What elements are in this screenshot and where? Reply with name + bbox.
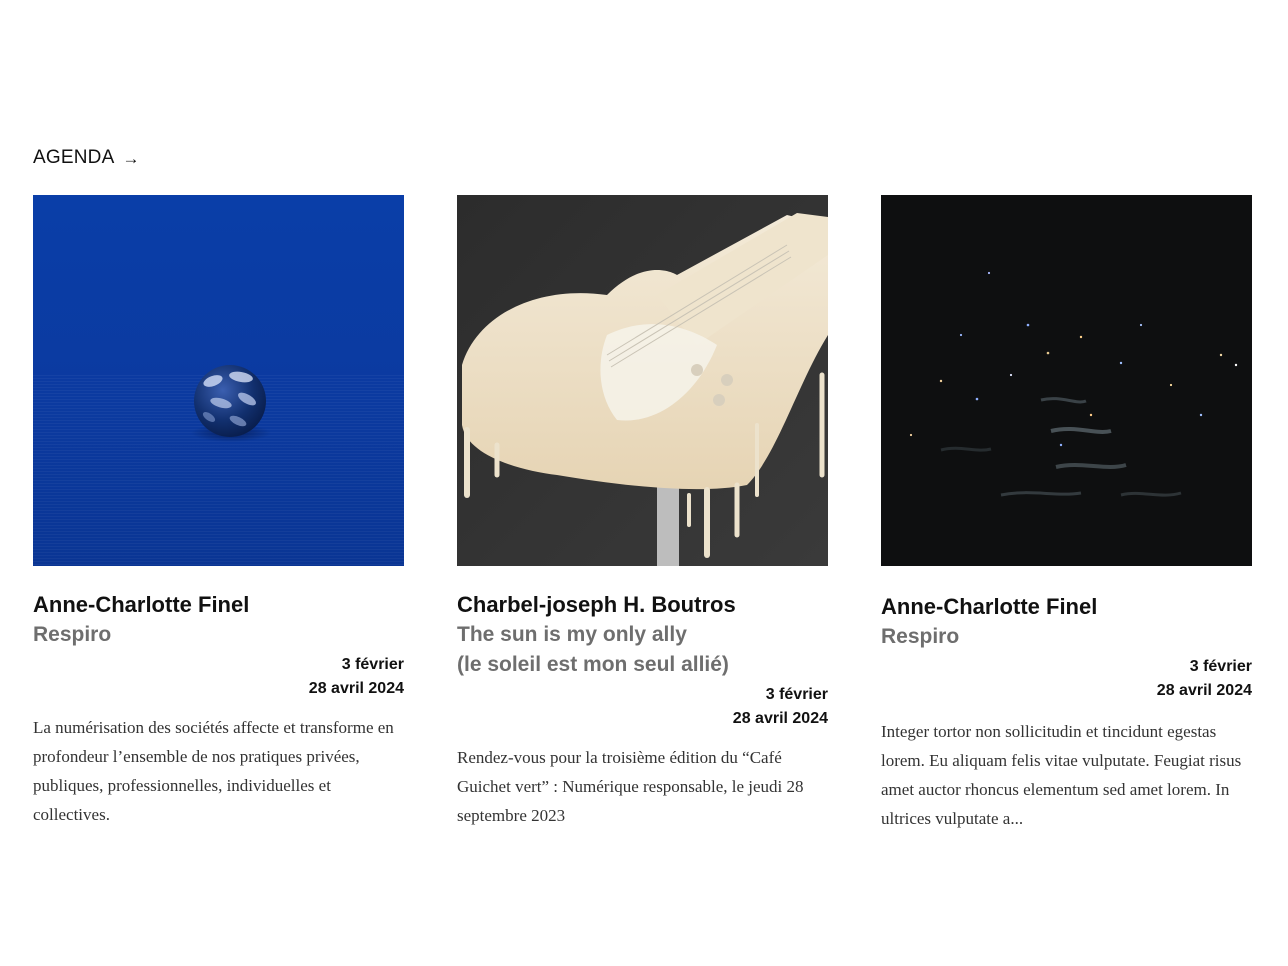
card-description: Integer tortor non sollicitudin et tinci…	[881, 722, 1242, 828]
agenda-link[interactable]: AGENDA →	[33, 147, 140, 169]
agenda-card[interactable]: Charbel-joseph H. Boutros The sun is my …	[457, 195, 828, 833]
card-date-end: 28 avril 2024	[732, 710, 828, 727]
night-water-image	[881, 195, 1252, 566]
card-date-start: 3 février	[765, 686, 828, 703]
card-image-night-water[interactable]	[881, 195, 1252, 566]
card-dates: 3 février 28 avril 2024	[881, 655, 1252, 703]
card-image-wax-guitar[interactable]	[457, 195, 828, 566]
card-dates: 3 février 28 avril 2024	[457, 683, 828, 731]
card-image-blue-sphere[interactable]	[33, 195, 404, 566]
card-description: La numérisation des sociétés affecte et …	[33, 718, 394, 824]
agenda-card[interactable]: Anne-Charlotte Finel Respiro 3 février 2…	[881, 195, 1252, 833]
card-title: Respiro	[881, 625, 960, 648]
agenda-card[interactable]: Anne-Charlotte Finel Respiro 3 février 2…	[33, 195, 404, 833]
agenda-label: AGENDA	[33, 147, 115, 168]
agenda-cards: Anne-Charlotte Finel Respiro 3 février 2…	[33, 195, 1252, 833]
arrow-right-icon: →	[122, 148, 140, 168]
wax-guitar-image	[457, 195, 828, 566]
card-artist: Charbel-joseph H. Boutros	[457, 592, 736, 617]
card-date-start: 3 février	[1189, 658, 1252, 675]
card-date-start: 3 février	[341, 656, 404, 673]
card-dates: 3 février 28 avril 2024	[33, 653, 404, 701]
card-date-end: 28 avril 2024	[1156, 682, 1252, 699]
card-artist: Anne-Charlotte Finel	[881, 594, 1098, 619]
card-date-end: 28 avril 2024	[308, 680, 404, 697]
card-title: Respiro	[33, 623, 112, 646]
card-artist: Anne-Charlotte Finel	[33, 592, 250, 617]
card-description: Rendez-vous pour la troisième édition du…	[457, 748, 804, 825]
card-title: The sun is my only ally (le soleil est m…	[457, 623, 729, 676]
blue-sphere-image	[33, 195, 404, 566]
